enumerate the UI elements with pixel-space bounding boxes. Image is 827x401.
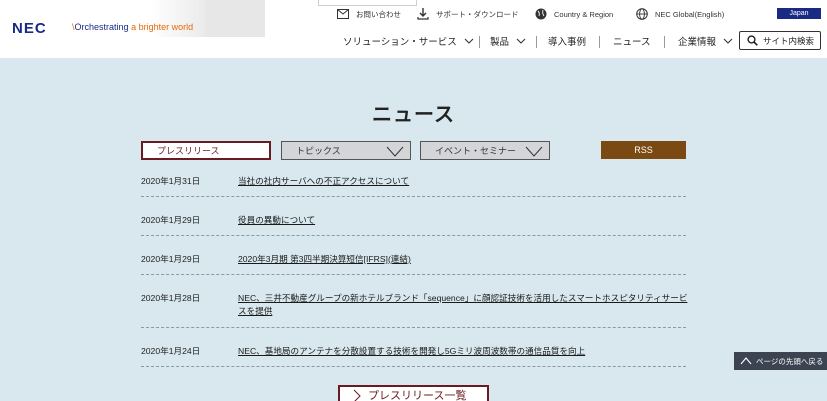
news-title-link[interactable]: 役員の異動について	[238, 214, 688, 227]
news-title-link[interactable]: NEC、三井不動産グループの新ホテルブランド「sequence」に顔認証技術を活…	[238, 292, 688, 318]
news-title-link[interactable]: NEC、基地局のアンテナを分散設置する技術を開発し5Gミリ波周波数帯の通信品質を…	[238, 345, 688, 358]
news-date: 2020年1月28日	[141, 293, 201, 303]
news-date: 2020年1月29日	[141, 215, 201, 225]
tab-events-seminars-label: イベント・セミナー	[435, 146, 517, 156]
nec-logo[interactable]: NEC	[12, 20, 47, 37]
nav-case-studies[interactable]: 導入事例	[548, 35, 587, 48]
chevron-right-icon	[353, 389, 361, 401]
country-region-label: Country & Region	[554, 9, 614, 19]
news-item: 2020年1月24日 NEC、基地局のアンテナを分散設置する技術を開発し5Gミリ…	[141, 345, 686, 367]
tab-press-release-label: プレスリリース	[157, 146, 220, 156]
news-title-link[interactable]: 当社の社内サーバへの不正アクセスについて	[238, 175, 688, 188]
press-release-list-button[interactable]: プレスリリース一覧	[338, 385, 489, 401]
news-date: 2020年1月24日	[141, 346, 201, 356]
support-download-link[interactable]: サポート・ダウンロード	[417, 8, 519, 20]
tagline-prefix: Orchestrating	[74, 22, 129, 32]
nav-news[interactable]: ニュース	[613, 35, 651, 48]
header-hero-image-right	[205, 0, 265, 37]
chevron-down-icon	[525, 146, 543, 157]
globe-icon	[636, 8, 648, 20]
download-icon	[417, 8, 429, 20]
news-item: 2020年1月28日 NEC、三井不動産グループの新ホテルブランド「sequen…	[141, 292, 688, 328]
nav-corporate-label: 企業情報	[678, 37, 717, 48]
news-item: 2020年1月29日 役員の異動について	[141, 214, 686, 236]
news-item: 2020年1月29日 2020年3月期 第3四半期決算短信[IFRS](連結)	[141, 253, 686, 275]
header-top-strip	[318, 0, 417, 6]
contact-link[interactable]: お問い合わせ	[337, 8, 401, 20]
nav-divider	[536, 36, 537, 48]
contact-label: お問い合わせ	[356, 9, 401, 19]
globe-icon	[535, 8, 547, 20]
site-search-button[interactable]: サイト内検索	[739, 31, 821, 50]
country-region-link[interactable]: Country & Region	[535, 8, 613, 20]
chevron-down-icon	[516, 38, 526, 44]
chevron-down-icon	[464, 38, 474, 44]
tab-topics[interactable]: トピックス	[281, 141, 411, 160]
brand-tagline: \Orchestrating a brighter world	[72, 22, 194, 32]
news-date: 2020年1月29日	[141, 254, 201, 264]
chevron-down-icon	[386, 146, 404, 157]
site-search-label: サイト内検索	[763, 35, 815, 46]
news-title-link[interactable]: 2020年3月期 第3四半期決算短信[IFRS](連結)	[238, 253, 688, 266]
nav-divider	[599, 36, 600, 48]
nav-case-studies-label: 導入事例	[548, 37, 587, 48]
nav-divider	[479, 36, 480, 48]
news-date: 2020年1月31日	[141, 176, 201, 186]
nec-global-label: NEC Global(English)	[655, 9, 725, 19]
nav-news-label: ニュース	[613, 37, 651, 48]
nav-solutions-label: ソリューション・サービス	[343, 37, 457, 48]
page-title: ニュース	[372, 102, 455, 126]
chevron-up-icon	[740, 357, 752, 365]
nav-products-label: 製品	[490, 37, 510, 48]
news-section: ニュース プレスリリース トピックス イベント・セミナー RSS 2020年1月…	[0, 58, 827, 401]
nec-global-link[interactable]: NEC Global(English)	[636, 8, 724, 20]
rss-button[interactable]: RSS	[601, 141, 686, 159]
tab-press-release[interactable]: プレスリリース	[141, 141, 271, 160]
tab-topics-label: トピックス	[296, 146, 341, 156]
back-to-top-button[interactable]: ページの先頭へ戻る	[734, 352, 827, 370]
nav-divider	[664, 36, 665, 48]
tab-events-seminars[interactable]: イベント・セミナー	[420, 141, 550, 160]
nav-solutions[interactable]: ソリューション・サービス	[343, 35, 474, 48]
search-icon	[747, 35, 758, 46]
support-download-label: サポート・ダウンロード	[436, 9, 519, 19]
press-release-list-label: プレスリリース一覧	[368, 390, 467, 401]
back-to-top-label: ページの先頭へ戻る	[756, 356, 824, 366]
site-header: NEC \Orchestrating a brighter world お問い合…	[0, 0, 827, 58]
chevron-down-icon	[723, 38, 733, 44]
tagline-accent: a brighter world	[131, 22, 194, 32]
nav-corporate[interactable]: 企業情報	[678, 35, 733, 48]
japan-language-button[interactable]: Japan	[777, 8, 821, 19]
news-item: 2020年1月31日 当社の社内サーバへの不正アクセスについて	[141, 175, 686, 197]
nav-products[interactable]: 製品	[490, 35, 526, 48]
mail-icon	[337, 8, 349, 20]
